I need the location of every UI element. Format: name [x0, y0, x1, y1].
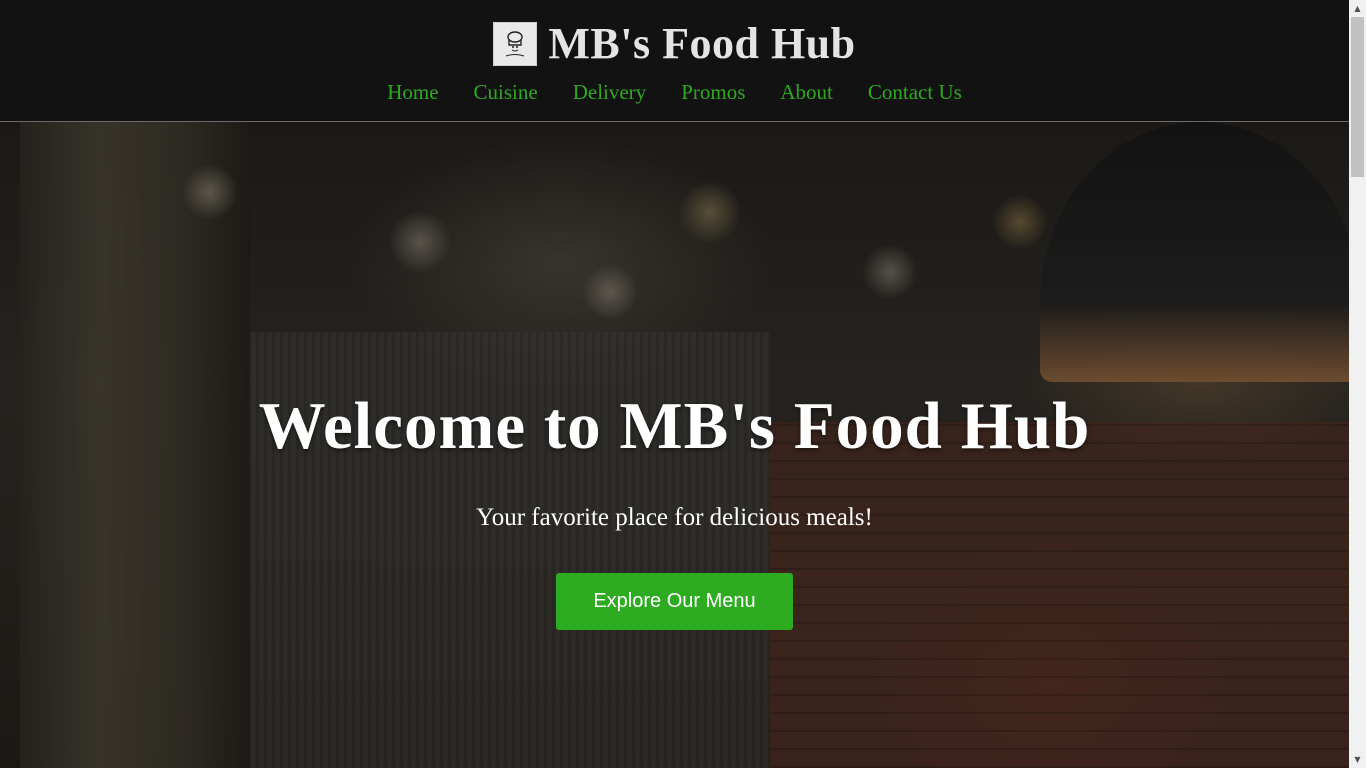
- hero-subtitle: Your favorite place for delicious meals!: [476, 504, 873, 531]
- nav-item-cuisine[interactable]: Cuisine: [474, 78, 538, 106]
- hero-title: Welcome to MB's Food Hub: [258, 389, 1091, 463]
- hero-content: Welcome to MB's Food Hub Your favorite p…: [0, 122, 1349, 768]
- chef-logo-icon[interactable]: [493, 22, 538, 66]
- explore-menu-button[interactable]: Explore Our Menu: [556, 573, 793, 630]
- scroll-down-arrow-icon[interactable]: ▼: [1349, 751, 1366, 768]
- nav-item-about[interactable]: About: [780, 78, 833, 106]
- page-scrollbar[interactable]: ▲ ▼: [1349, 0, 1366, 768]
- site-title: MB's Food Hub: [548, 19, 856, 68]
- nav-item-contact-us[interactable]: Contact Us: [868, 78, 962, 106]
- main-nav: Home Cuisine Delivery Promos About Conta…: [0, 78, 1349, 106]
- scroll-up-arrow-icon[interactable]: ▲: [1349, 0, 1366, 17]
- brand: MB's Food Hub: [0, 21, 1349, 67]
- hero-section: Welcome to MB's Food Hub Your favorite p…: [0, 122, 1349, 768]
- page: MB's Food Hub Home Cuisine Delivery Prom…: [0, 0, 1366, 768]
- nav-item-delivery[interactable]: Delivery: [573, 78, 646, 106]
- scrollbar-thumb[interactable]: [1351, 17, 1364, 177]
- nav-item-promos[interactable]: Promos: [681, 78, 745, 106]
- site-header: MB's Food Hub Home Cuisine Delivery Prom…: [0, 0, 1349, 122]
- nav-item-home[interactable]: Home: [387, 78, 438, 106]
